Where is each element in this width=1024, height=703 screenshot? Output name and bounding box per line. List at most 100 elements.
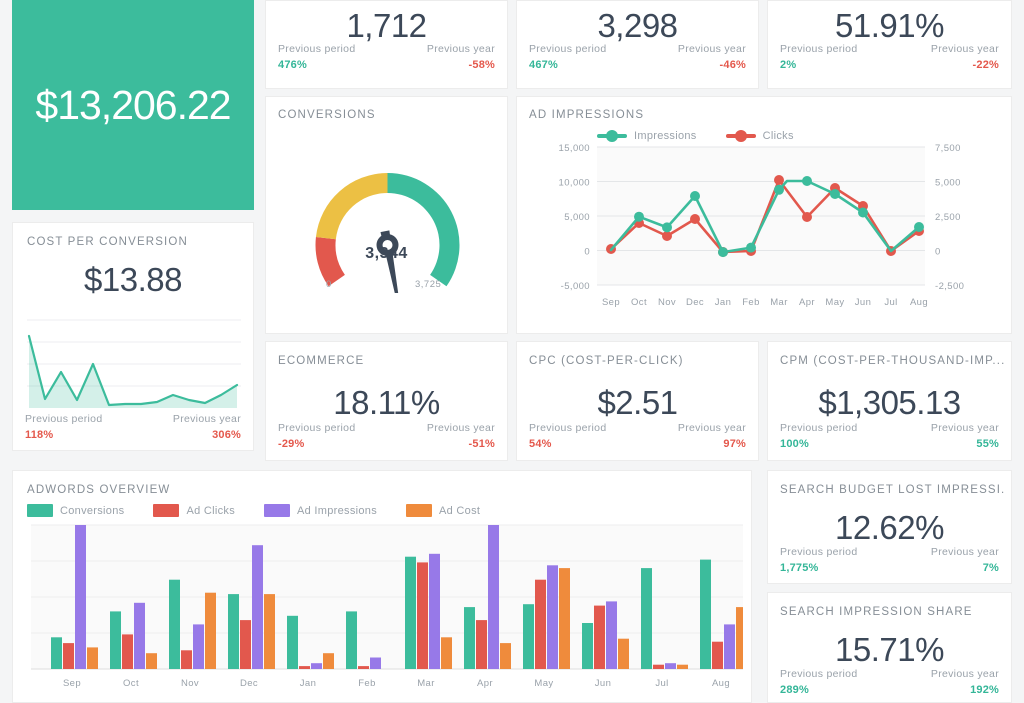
sis-prev-year-label: Previous year xyxy=(930,668,999,680)
search-budget-lost-value: 12.62% xyxy=(835,509,944,546)
ecommerce-value: 18.11% xyxy=(333,384,440,421)
bar-x-tick-jun: Jun xyxy=(595,678,612,689)
card-adwords-overview[interactable]: ADWORDS OVERVIEW Conversions Ad Clicks A… xyxy=(12,470,752,703)
kpi-card-impressions[interactable]: 3,298 Previous period 467% Previous year… xyxy=(516,0,759,89)
conversions-gauge-min: 0 xyxy=(326,279,332,290)
kpi-card-clicks[interactable]: 1,712 Previous period 476% Previous year… xyxy=(265,0,508,89)
kpi-clicks-value: 1,712 xyxy=(346,7,427,44)
bar-x-tick-jul: Jul xyxy=(655,678,668,689)
card-search-budget-lost-impressions[interactable]: SEARCH BUDGET LOST IMPRESSI... 12.62% Pr… xyxy=(767,470,1012,584)
cpm-value: $1,305.13 xyxy=(818,384,961,421)
x-tick-jul: Jul xyxy=(884,297,897,308)
total-cost-value: $13,206.22 xyxy=(35,81,231,128)
conversions-gauge-value: 3,344 xyxy=(365,245,408,262)
x-tick-nov: Nov xyxy=(658,297,676,308)
kpi-card-ctr[interactable]: 51.91% Previous period 2% Previous year … xyxy=(767,0,1012,89)
cpconv-prev-year-label: Previous year xyxy=(172,413,241,425)
search-budget-lost-title: SEARCH BUDGET LOST IMPRESSI... xyxy=(780,484,1005,496)
ad-impressions-title: AD IMPRESSIONS xyxy=(529,109,645,121)
gauge-band-high xyxy=(387,173,460,287)
card-cpm[interactable]: CPM (COST-PER-THOUSAND-IMP... $1,305.13 … xyxy=(767,341,1012,461)
legend-label-conversions: Conversions xyxy=(60,504,125,517)
sis-prev-year-value: 192% xyxy=(970,684,999,696)
cpm-prev-period-label: Previous period xyxy=(780,422,858,434)
conversions-swatch-icon xyxy=(27,504,53,517)
sbl-prev-period-label: Previous period xyxy=(780,546,858,558)
legend-item-conversions[interactable]: Conversions xyxy=(27,504,124,517)
y-tick-neg5000: -5,000 xyxy=(561,281,590,292)
x-tick-may: May xyxy=(825,297,844,308)
legend-item-ad-clicks[interactable]: Ad Clicks xyxy=(153,504,235,517)
ad-clicks-swatch-icon xyxy=(153,504,180,517)
kpi-clicks-prev-period-label: Previous period xyxy=(278,43,356,55)
bar-x-tick-nov: Nov xyxy=(181,678,199,689)
y2-tick-5000: 5,000 xyxy=(935,178,961,189)
x-tick-oct: Oct xyxy=(631,297,647,308)
cpconv-prev-period-value: 118% xyxy=(25,429,54,441)
ecommerce-title: ECOMMERCE xyxy=(278,355,365,367)
x-tick-aug: Aug xyxy=(910,297,928,308)
card-conversions-gauge[interactable]: CONVERSIONS 3,344 0 3,725 xyxy=(265,96,508,334)
y-tick-15000: 15,000 xyxy=(559,143,590,154)
x-tick-jan: Jan xyxy=(715,297,732,308)
cpm-prev-year-value: 55% xyxy=(976,438,999,450)
kpi-impressions-prev-period-label: Previous period xyxy=(529,43,607,55)
cpm-prev-year-label: Previous year xyxy=(930,422,999,434)
x-tick-apr: Apr xyxy=(799,297,815,308)
card-search-impression-share[interactable]: SEARCH IMPRESSION SHARE 15.71% Previous … xyxy=(767,592,1012,703)
sbl-prev-period-value: 1,775% xyxy=(780,562,819,574)
bar-x-tick-mar: Mar xyxy=(417,678,435,689)
bar-x-tick-aug: Aug xyxy=(712,678,730,689)
cpc-prev-year-label: Previous year xyxy=(677,422,746,434)
legend-item-ad-impressions[interactable]: Ad Impressions xyxy=(264,504,377,517)
cpm-title: CPM (COST-PER-THOUSAND-IMP... xyxy=(780,355,1005,367)
sis-prev-period-value: 289% xyxy=(780,684,809,696)
cpc-prev-year-value: 97% xyxy=(723,438,746,450)
y2-tick-neg2500: -2,500 xyxy=(935,281,964,292)
cost-per-conversion-value: $13.88 xyxy=(84,261,182,298)
card-cost-per-conversion[interactable]: COST PER CONVERSION $13.88 Previous peri… xyxy=(12,222,254,451)
kpi-ctr-prev-year-value: -22% xyxy=(972,59,999,71)
y-tick-5000: 5,000 xyxy=(564,212,590,223)
cpconv-prev-period-label: Previous period xyxy=(25,413,103,425)
kpi-clicks-prev-year-value: -58% xyxy=(468,59,495,71)
cost-per-conversion-sparkline xyxy=(27,319,241,408)
ecommerce-prev-period-label: Previous period xyxy=(278,422,356,434)
legend-label-ad-impressions: Ad Impressions xyxy=(297,504,378,517)
cpm-prev-period-value: 100% xyxy=(780,438,809,450)
card-ad-impressions[interactable]: AD IMPRESSIONS Impressions Clicks 15,000… xyxy=(516,96,1012,334)
kpi-ctr-prev-period-label: Previous period xyxy=(780,43,858,55)
kpi-impressions-prev-year-label: Previous year xyxy=(677,43,746,55)
x-tick-sep: Sep xyxy=(602,297,620,308)
legend-item-ad-cost[interactable]: Ad Cost xyxy=(406,504,480,517)
cpc-value: $2.51 xyxy=(597,384,678,421)
sbl-prev-year-label: Previous year xyxy=(930,546,999,558)
ecommerce-prev-period-value: -29% xyxy=(278,438,305,450)
sis-prev-period-label: Previous period xyxy=(780,668,858,680)
bar-x-tick-may: May xyxy=(534,678,553,689)
total-cost-hero-card: $13,206.22 xyxy=(12,0,254,210)
bar-x-tick-oct: Oct xyxy=(123,678,139,689)
ad-impressions-swatch-icon xyxy=(264,504,290,517)
legend-label-ad-clicks: Ad Clicks xyxy=(186,504,235,517)
kpi-impressions-prev-year-value: -46% xyxy=(719,59,746,71)
card-cpc[interactable]: CPC (COST-PER-CLICK) $2.51 Previous peri… xyxy=(516,341,759,461)
cpconv-prev-year-value: 306% xyxy=(212,429,241,441)
kpi-ctr-value: 51.91% xyxy=(835,7,944,44)
bar-x-tick-apr: Apr xyxy=(477,678,493,689)
y2-tick-7500: 7,500 xyxy=(935,143,961,154)
conversions-gauge-graphic: 3,344 0 3,725 xyxy=(266,123,507,311)
cpc-prev-period-label: Previous period xyxy=(529,422,607,434)
y2-tick-2500: 2,500 xyxy=(935,212,961,223)
search-impression-share-title: SEARCH IMPRESSION SHARE xyxy=(780,606,973,618)
ad-impressions-plot: 15,000 10,000 5,000 0 -5,000 7,500 5,000… xyxy=(559,143,964,308)
card-ecommerce[interactable]: ECOMMERCE 18.11% Previous period -29% Pr… xyxy=(265,341,508,461)
x-tick-jun: Jun xyxy=(855,297,872,308)
bar-x-tick-sep: Sep xyxy=(63,678,81,689)
ecommerce-prev-year-label: Previous year xyxy=(426,422,495,434)
dashboard-root: $13,206.22 1,712 Previous period 476% Pr… xyxy=(0,0,1024,703)
cpc-title: CPC (COST-PER-CLICK) xyxy=(529,355,684,367)
adwords-overview-title: ADWORDS OVERVIEW xyxy=(27,484,171,496)
x-tick-dec: Dec xyxy=(686,297,704,308)
kpi-impressions-value: 3,298 xyxy=(597,7,678,44)
